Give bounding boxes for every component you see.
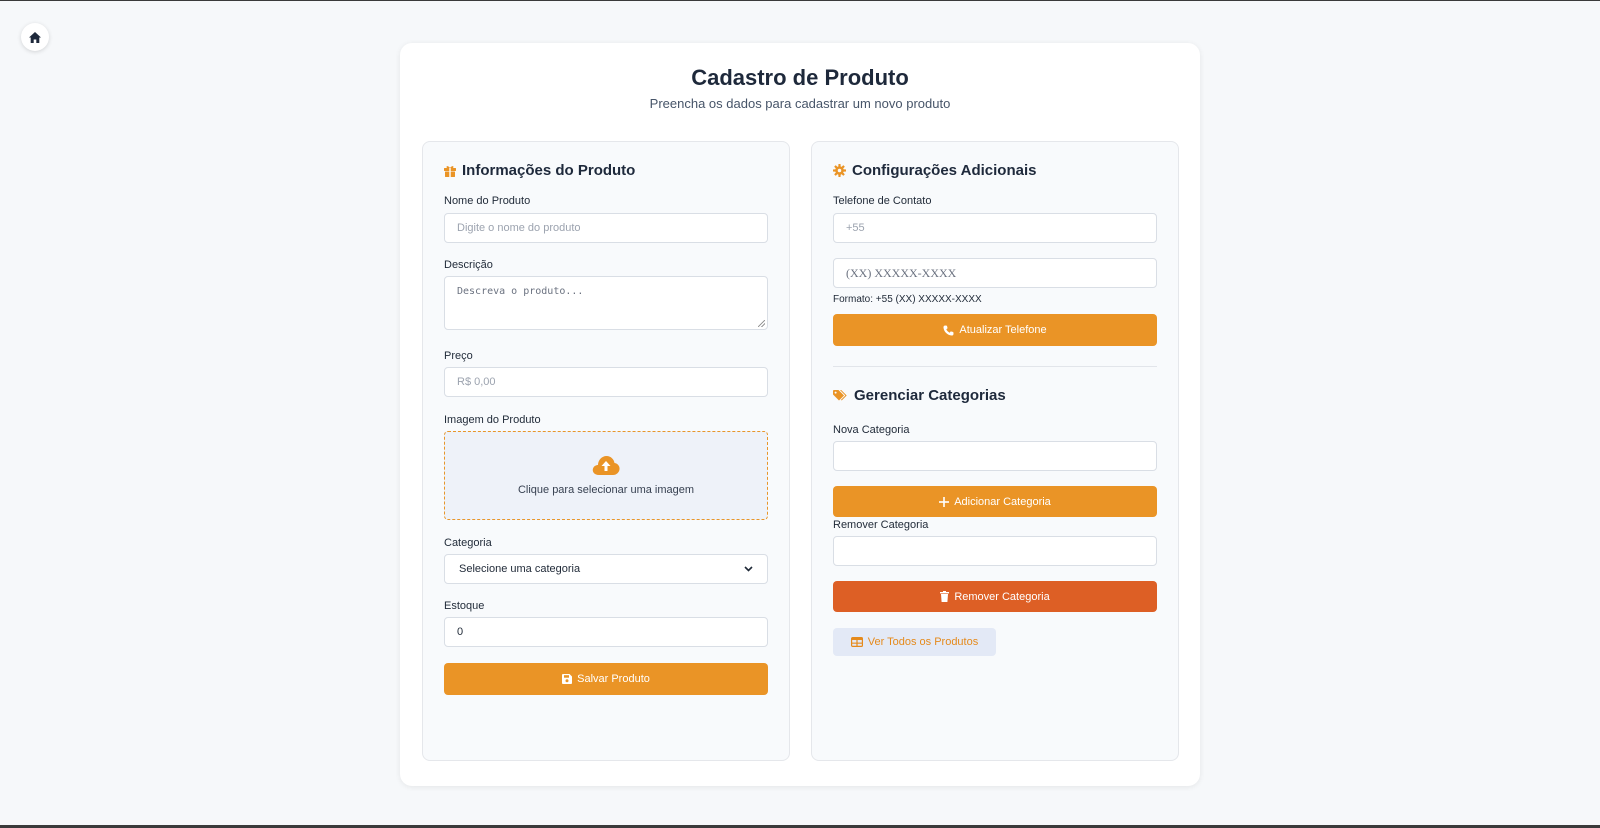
- product-info-heading: Informações do Produto: [444, 162, 635, 179]
- phone-format-hint: Formato: +55 (XX) XXXXX-XXXX: [833, 294, 982, 305]
- manage-categories-heading: Gerenciar Categorias: [833, 387, 1006, 404]
- price-input[interactable]: R$ 0,00: [444, 367, 768, 397]
- manage-categories-title: Gerenciar Categorias: [854, 387, 1006, 404]
- category-selected-value: Selecione uma categoria: [459, 563, 581, 575]
- save-product-label: Salvar Produto: [577, 673, 650, 685]
- product-name-placeholder: Digite o nome do produto: [457, 222, 581, 234]
- add-category-label: Adicionar Categoria: [954, 495, 1051, 508]
- save-product-button[interactable]: Salvar Produto: [444, 663, 768, 695]
- page-title: Cadastro de Produto: [691, 65, 909, 90]
- image-upload-dropzone[interactable]: Clique para selecionar uma imagem: [444, 431, 768, 520]
- phone-number-input[interactable]: (XX) XXXXX-XXXX: [833, 258, 1157, 288]
- contact-phone-label: Telefone de Contato: [833, 195, 932, 207]
- trash-icon: [940, 591, 950, 602]
- add-category-button[interactable]: Adicionar Categoria: [833, 486, 1157, 517]
- additional-settings-title: Configurações Adicionais: [852, 162, 1037, 179]
- remove-category-input[interactable]: [833, 536, 1157, 566]
- gift-icon: [444, 165, 456, 177]
- home-button[interactable]: [21, 23, 49, 51]
- product-name-input[interactable]: Digite o nome do produto: [444, 213, 768, 243]
- plus-icon: [939, 496, 950, 507]
- product-form-card: Cadastro de Produto Preencha os dados pa…: [400, 43, 1200, 786]
- page-subtitle: Preencha os dados para cadastrar um novo…: [649, 96, 951, 111]
- chevron-down-icon: [744, 566, 753, 572]
- view-all-products-button[interactable]: Ver Todos os Produtos: [833, 628, 996, 656]
- additional-settings-heading: Configurações Adicionais: [833, 162, 1036, 179]
- remove-category-label: Remover Categoria: [833, 519, 929, 531]
- category-label: Categoria: [444, 537, 492, 549]
- textarea-resize-handle[interactable]: [758, 320, 765, 327]
- floppy-disk-icon: [562, 674, 573, 684]
- image-upload-text: Clique para selecionar uma imagem: [517, 484, 695, 496]
- new-category-input[interactable]: [833, 441, 1157, 471]
- remove-category-button-label: Remover Categoria: [954, 590, 1050, 603]
- country-code-input[interactable]: +55: [833, 213, 1157, 243]
- product-image-label: Imagem do Produto: [444, 414, 541, 426]
- product-name-label: Nome do Produto: [444, 195, 531, 207]
- stock-input[interactable]: 0: [444, 617, 768, 647]
- category-select[interactable]: Selecione uma categoria: [444, 554, 768, 584]
- update-phone-button[interactable]: Atualizar Telefone: [833, 314, 1157, 346]
- view-all-products-label: Ver Todos os Produtos: [867, 636, 979, 648]
- stock-label: Estoque: [444, 600, 485, 612]
- section-divider: [833, 366, 1157, 367]
- remove-category-button[interactable]: Remover Categoria: [833, 581, 1157, 612]
- description-placeholder: Descreva o produto...: [457, 286, 584, 297]
- tags-icon: [833, 389, 847, 400]
- additional-settings-panel: Configurações Adicionais Telefone de Con…: [811, 141, 1179, 761]
- product-info-panel: Informações do Produto Nome do Produto D…: [422, 141, 790, 761]
- description-textarea[interactable]: Descreva o produto...: [444, 276, 768, 330]
- update-phone-label: Atualizar Telefone: [959, 324, 1047, 336]
- product-info-title: Informações do Produto: [462, 162, 636, 179]
- new-category-label: Nova Categoria: [833, 424, 910, 436]
- gear-icon: [833, 164, 846, 177]
- phone-icon: [943, 324, 954, 336]
- description-label: Descrição: [444, 259, 493, 271]
- home-icon: [29, 31, 41, 43]
- country-code-value: +55: [846, 222, 865, 234]
- phone-number-placeholder: (XX) XXXXX-XXXX: [846, 265, 957, 280]
- price-label: Preço: [444, 350, 473, 362]
- stock-value: 0: [457, 626, 464, 638]
- table-icon: [850, 637, 863, 647]
- price-placeholder: R$ 0,00: [457, 376, 496, 388]
- cloud-upload-icon: [592, 456, 620, 475]
